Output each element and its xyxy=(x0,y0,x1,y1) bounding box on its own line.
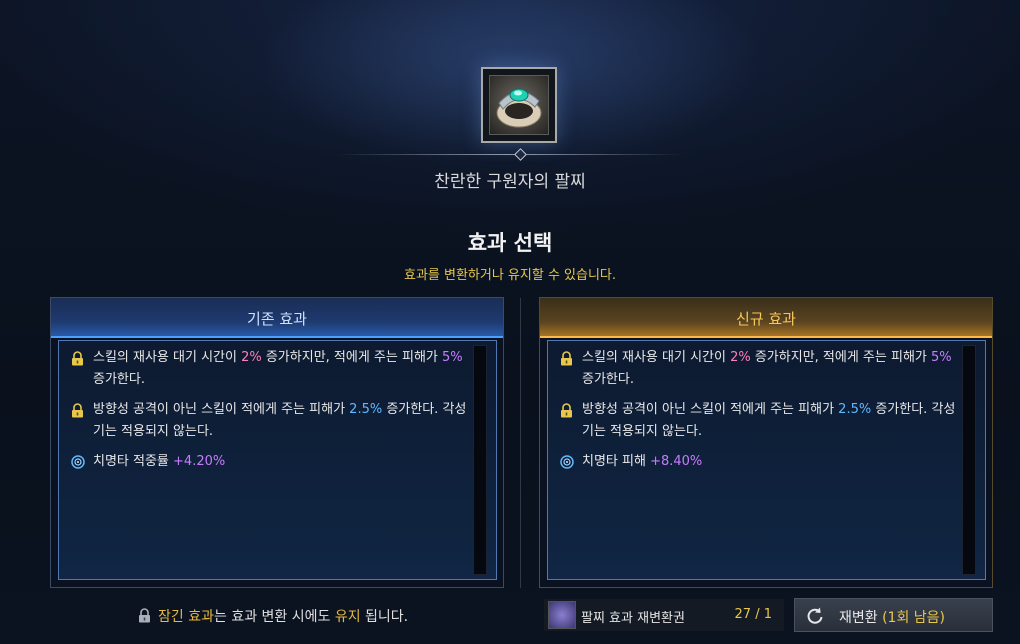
new-effect-panel[interactable]: 신규 효과 스킬의 재사용 대기 시간이 2% 증가하지만, 적에게 주는 피해… xyxy=(539,297,993,588)
effect-text: 치명타 피해 +8.40% xyxy=(582,454,703,469)
effect-item: 스킬의 재사용 대기 시간이 2% 증가하지만, 적에게 주는 피해가 5% 증… xyxy=(71,347,471,391)
ornament-line xyxy=(336,154,684,155)
new-effect-header: 신규 효과 xyxy=(540,298,992,338)
refresh-icon xyxy=(807,607,823,624)
effect-text: 치명타 적중률 +4.20% xyxy=(93,454,226,469)
effect-text: 방향성 공격이 아닌 스킬이 적에게 주는 피해가 2.5% 증가한다. 각성기… xyxy=(93,402,467,439)
current-effect-panel[interactable]: 기존 효과 스킬의 재사용 대기 시간이 2% 증가하지만, 적에게 주는 피해… xyxy=(50,297,504,588)
lock-icon xyxy=(561,403,572,418)
stat-swirl-icon xyxy=(71,455,85,469)
item-icon-frame xyxy=(481,67,557,143)
effect-item: 방향성 공격이 아닌 스킬이 적에게 주는 피해가 2.5% 증가한다. 각성기… xyxy=(560,399,960,443)
reroll-ticket-count: 27 / 1 xyxy=(734,607,772,622)
stat-swirl-icon xyxy=(560,455,574,469)
scrollbar[interactable] xyxy=(473,345,487,575)
panel-divider xyxy=(520,298,521,588)
effect-item: 치명타 피해 +8.40% xyxy=(560,451,960,473)
current-effect-list: 스킬의 재사용 대기 시간이 2% 증가하지만, 적에게 주는 피해가 5% 증… xyxy=(58,340,497,580)
reroll-ticket-name: 팔찌 효과 재변환권 xyxy=(581,611,685,626)
reroll-ticket-icon xyxy=(548,601,576,629)
current-effect-header: 기존 효과 xyxy=(51,298,503,338)
effect-item: 스킬의 재사용 대기 시간이 2% 증가하지만, 적에게 주는 피해가 5% 증… xyxy=(560,347,960,391)
reroll-ticket: 팔찌 효과 재변환권 27 / 1 xyxy=(544,599,784,631)
reroll-button-label: 재변환 (1회 남음) xyxy=(839,610,946,626)
lock-icon xyxy=(139,608,150,623)
lock-icon xyxy=(72,351,83,366)
section-subtitle: 효과를 변환하거나 유지할 수 있습니다. xyxy=(403,268,617,283)
effect-item: 치명타 적중률 +4.20% xyxy=(71,451,471,473)
section-title: 효과 선택 xyxy=(467,231,553,255)
bracelet-icon xyxy=(496,88,542,128)
item-name: 찬란한 구원자의 팔찌 xyxy=(434,172,586,192)
locked-effect-note: 잠긴 효과는 효과 변환 시에도 유지 됩니다. xyxy=(138,606,408,626)
effect-text: 스킬의 재사용 대기 시간이 2% 증가하지만, 적에게 주는 피해가 5% 증… xyxy=(93,350,463,387)
reroll-button[interactable]: 재변환 (1회 남음) xyxy=(794,598,993,632)
new-effect-list: 스킬의 재사용 대기 시간이 2% 증가하지만, 적에게 주는 피해가 5% 증… xyxy=(547,340,986,580)
effect-item: 방향성 공격이 아닌 스킬이 적에게 주는 피해가 2.5% 증가한다. 각성기… xyxy=(71,399,471,443)
effect-text: 방향성 공격이 아닌 스킬이 적에게 주는 피해가 2.5% 증가한다. 각성기… xyxy=(582,402,956,439)
effect-text: 스킬의 재사용 대기 시간이 2% 증가하지만, 적에게 주는 피해가 5% 증… xyxy=(582,350,952,387)
lock-icon xyxy=(72,403,83,418)
scrollbar[interactable] xyxy=(962,345,976,575)
lock-icon xyxy=(561,351,572,366)
